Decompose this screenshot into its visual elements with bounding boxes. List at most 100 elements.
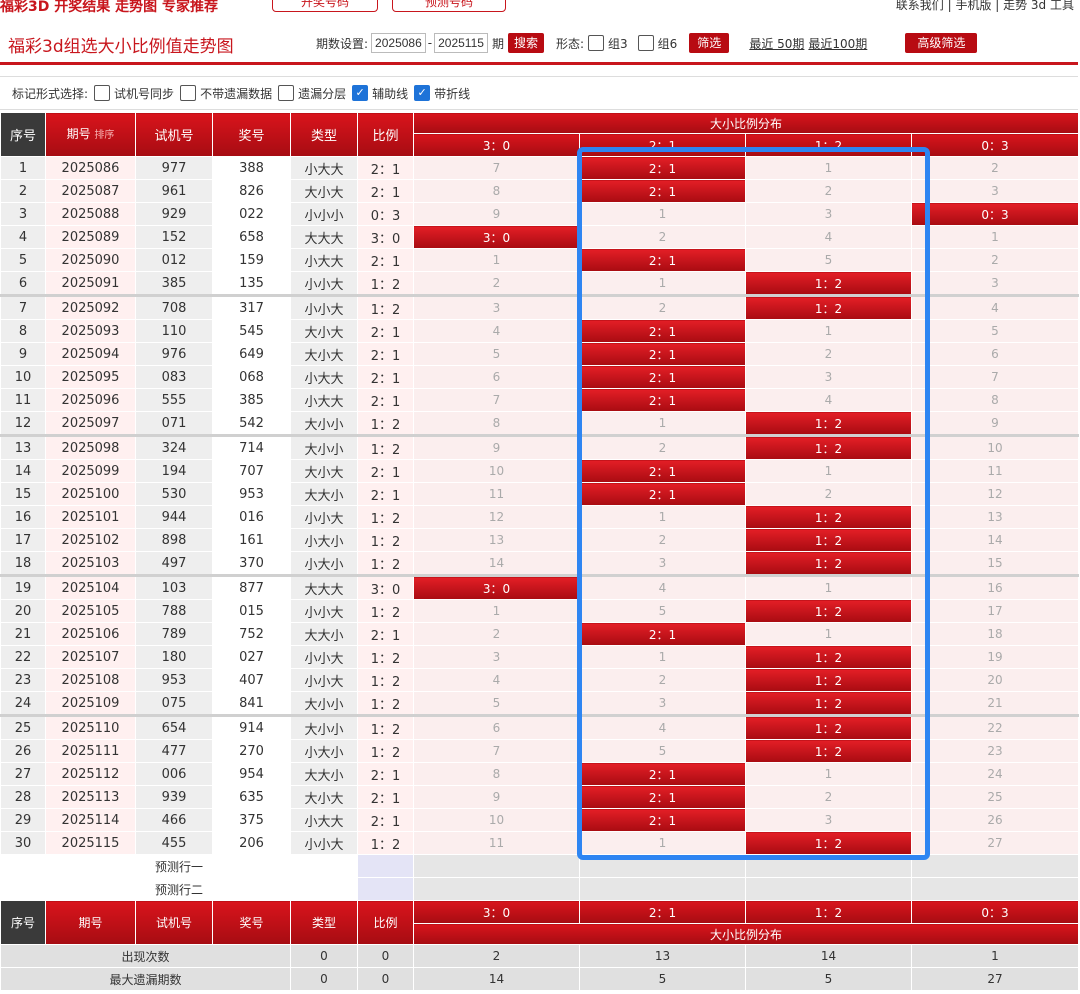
row-type: 小大小 xyxy=(290,551,358,577)
sort-icon[interactable]: 排序 xyxy=(94,130,114,141)
miss-cell: 1 xyxy=(745,459,912,483)
predict-cell[interactable] xyxy=(579,854,746,878)
miss-cell: 22 xyxy=(911,715,1079,740)
group3-checkbox[interactable] xyxy=(588,35,605,51)
miss-cell: 4 xyxy=(911,295,1079,320)
row-type: 大小大 xyxy=(290,319,358,343)
group6-checkbox[interactable] xyxy=(637,35,654,51)
recent-100-link[interactable]: 最近100期 xyxy=(808,35,867,52)
table-row: 8 2025093 110 545 大小大 2：1 4 2：1 1 5 xyxy=(0,319,1079,343)
stats-value: 14 xyxy=(745,944,912,968)
predict-cell[interactable] xyxy=(413,877,580,901)
table-row: 12 2025097 071 542 大小小 1：2 8 1 1：2 9 xyxy=(0,411,1079,437)
row-ratio: 2：1 xyxy=(357,365,414,389)
row-seq: 29 xyxy=(0,808,46,832)
checkmark-icon[interactable]: ✓ xyxy=(352,85,369,101)
row-type: 大大小 xyxy=(290,762,358,786)
row-period: 2025092 xyxy=(45,295,136,320)
row-period: 2025111 xyxy=(45,739,136,763)
miss-cell: 11 xyxy=(413,482,580,506)
option-guide-line[interactable]: ✓ 辅助线 xyxy=(352,85,408,102)
miss-cell: 12 xyxy=(911,482,1079,506)
top-button-1[interactable]: 开奖号码 xyxy=(272,0,378,12)
predict-cell[interactable] xyxy=(357,877,414,901)
row-draw-number: 317 xyxy=(212,295,291,320)
miss-cell: 7 xyxy=(911,365,1079,389)
row-ratio: 1：2 xyxy=(357,505,414,529)
checkbox-icon[interactable] xyxy=(278,85,295,101)
checkmark-icon[interactable]: ✓ xyxy=(414,85,431,101)
top-button-2[interactable]: 预测号码 xyxy=(392,0,506,12)
row-test-number: 083 xyxy=(135,365,213,389)
hit-cell: 1：2 xyxy=(745,505,912,529)
footer-dist-col-3-0: 3：0 xyxy=(413,900,580,924)
option-test-sync[interactable]: 试机号同步 xyxy=(94,85,174,102)
table-row: 6 2025091 385 135 小小大 1：2 2 1 1：2 3 xyxy=(0,271,1079,297)
row-type: 大大小 xyxy=(290,482,358,506)
row-draw-number: 407 xyxy=(212,668,291,692)
row-type: 大小小 xyxy=(290,435,358,460)
row-test-number: 497 xyxy=(135,551,213,577)
advanced-filter-button[interactable]: 高级筛选 xyxy=(905,33,978,53)
top-nav-links[interactable]: 福彩3D 开奖结果 走势图 专家推荐 xyxy=(0,0,218,14)
predict-cell[interactable] xyxy=(911,877,1079,901)
row-draw-number: 714 xyxy=(212,435,291,460)
miss-cell: 5 xyxy=(579,739,746,763)
row-type: 小大大 xyxy=(290,156,358,180)
table-row: 9 2025094 976 649 大小大 2：1 5 2：1 2 6 xyxy=(0,342,1079,366)
miss-cell: 9 xyxy=(413,202,580,226)
row-period: 2025093 xyxy=(45,319,136,343)
row-seq: 27 xyxy=(0,762,46,786)
table-row: 24 2025109 075 841 大小小 1：2 5 3 1：2 21 xyxy=(0,691,1079,717)
group3-label: 组3 xyxy=(608,36,628,51)
period-from-input[interactable]: 2025086 xyxy=(371,33,426,53)
row-draw-number: 953 xyxy=(212,482,291,506)
hit-cell: 2：1 xyxy=(579,179,746,203)
predict-cell[interactable] xyxy=(745,854,912,878)
row-seq: 17 xyxy=(0,528,46,552)
table-row: 11 2025096 555 385 小大大 2：1 7 2：1 4 8 xyxy=(0,388,1079,412)
row-period: 2025099 xyxy=(45,459,136,483)
checkbox-icon[interactable] xyxy=(180,85,197,101)
miss-cell: 10 xyxy=(413,808,580,832)
predict-cell[interactable] xyxy=(579,877,746,901)
row-test-number: 939 xyxy=(135,785,213,809)
top-right-links[interactable]: 联系我们 | 手机版 | 走势 3d 工具 xyxy=(896,0,1074,13)
option-miss-layer[interactable]: 遗漏分层 xyxy=(278,85,346,102)
row-ratio: 2：1 xyxy=(357,248,414,272)
option-polyline[interactable]: ✓ 带折线 xyxy=(414,85,470,102)
predict-cell[interactable] xyxy=(413,854,580,878)
row-seq: 25 xyxy=(0,715,46,740)
row-draw-number: 270 xyxy=(212,739,291,763)
row-draw-number: 022 xyxy=(212,202,291,226)
row-ratio: 2：1 xyxy=(357,342,414,366)
hit-cell: 3：0 xyxy=(413,225,580,249)
predict-cell[interactable] xyxy=(357,854,414,878)
period-to-input[interactable]: 2025115 xyxy=(434,33,488,53)
miss-cell: 21 xyxy=(911,691,1079,717)
row-ratio: 2：1 xyxy=(357,808,414,832)
predict-cell[interactable] xyxy=(911,854,1079,878)
miss-cell: 9 xyxy=(413,785,580,809)
hit-cell: 1：2 xyxy=(745,551,912,577)
page-header: 福彩3d组选大小比例值走势图 期数设置: 2025086 - 2025115 期… xyxy=(0,22,1078,65)
checkbox-icon[interactable] xyxy=(94,85,111,101)
row-type: 小大大 xyxy=(290,248,358,272)
miss-cell: 2 xyxy=(579,225,746,249)
header-period[interactable]: 期号 排序 xyxy=(45,112,136,157)
row-period: 2025107 xyxy=(45,645,136,669)
predict-cell[interactable] xyxy=(745,877,912,901)
miss-cell: 2 xyxy=(579,528,746,552)
stats-value: 2 xyxy=(413,944,580,968)
miss-cell: 3 xyxy=(413,295,580,320)
table-row: 27 2025112 006 954 大大小 2：1 8 2：1 1 24 xyxy=(0,762,1079,786)
miss-cell: 3 xyxy=(911,179,1079,203)
filter-button[interactable]: 筛选 xyxy=(689,33,730,53)
row-test-number: 898 xyxy=(135,528,213,552)
search-button[interactable]: 搜索 xyxy=(507,33,544,53)
row-period: 2025113 xyxy=(45,785,136,809)
recent-50-link[interactable]: 最近 50期 xyxy=(749,35,804,52)
row-period: 2025110 xyxy=(45,715,136,740)
row-ratio: 1：2 xyxy=(357,645,414,669)
option-no-miss[interactable]: 不带遗漏数据 xyxy=(180,85,272,102)
